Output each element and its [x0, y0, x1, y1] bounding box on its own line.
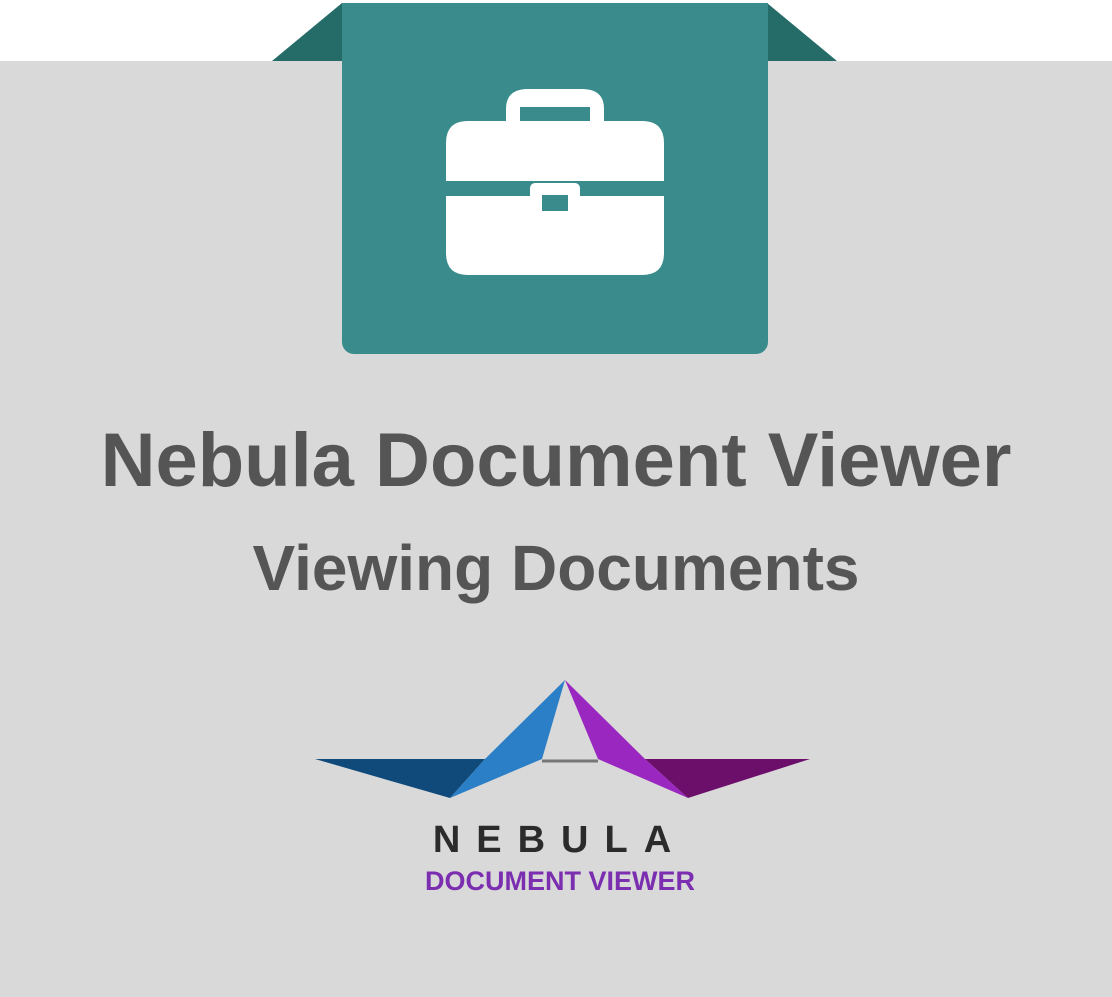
page-subtitle: Viewing Documents: [252, 532, 860, 604]
page-title: Nebula Document Viewer: [100, 418, 1012, 503]
ribbon-right-fold: [767, 3, 837, 61]
nebula-logo-tagline: DOCUMENT VIEWER: [425, 866, 695, 896]
nebula-logo-mark: [315, 680, 810, 798]
nebula-logo: NEBULA DOCUMENT VIEWER: [315, 680, 810, 896]
ribbon-left-fold: [272, 3, 342, 61]
briefcase-icon: [446, 89, 664, 275]
page: Nebula Document Viewer Viewing Documents…: [0, 0, 1112, 997]
ribbon-banner: [342, 3, 768, 354]
nebula-logo-wordmark: NEBULA: [433, 819, 687, 861]
